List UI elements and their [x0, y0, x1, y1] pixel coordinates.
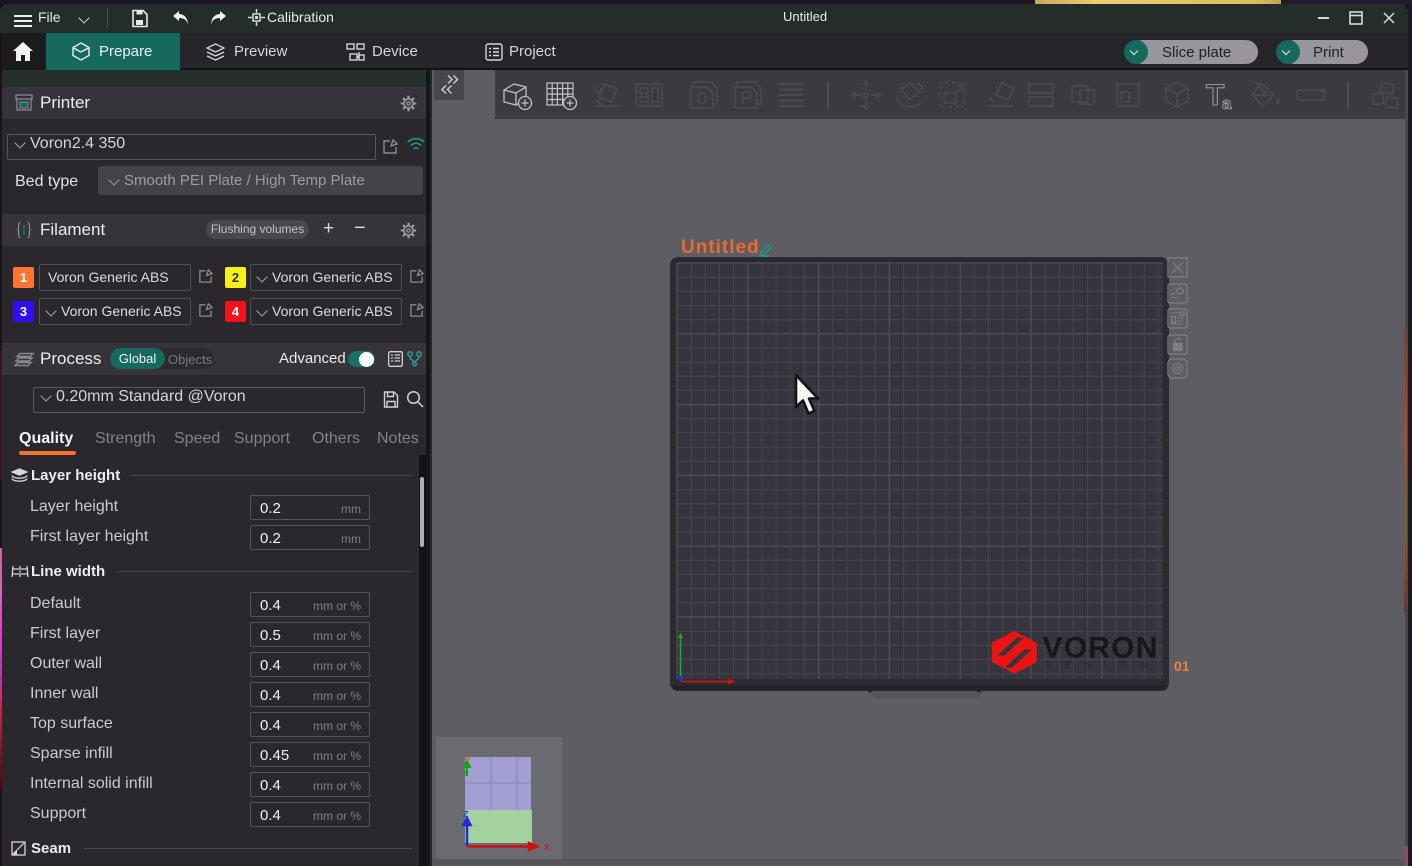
svg-text:y: y: [462, 765, 468, 777]
svg-text:AUTO: AUTO: [593, 83, 607, 89]
svg-text:a: a: [1222, 94, 1232, 113]
svg-text:DESIGN: DESIGN: [1045, 660, 1161, 670]
svg-text:x: x: [544, 841, 550, 853]
svg-text:z: z: [463, 808, 469, 820]
